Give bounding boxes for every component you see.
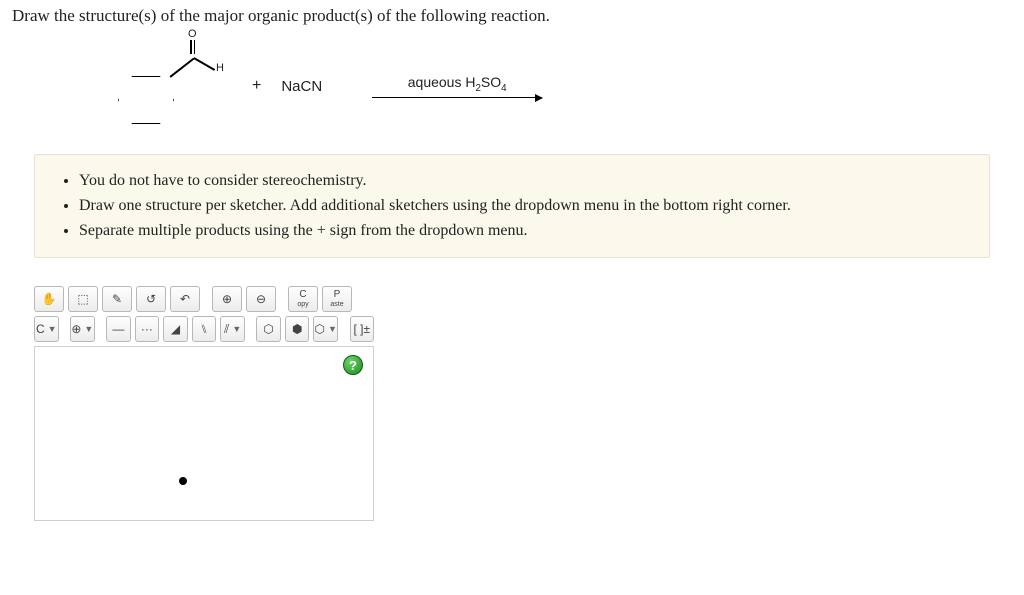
undo-tool-button[interactable]: ↶	[170, 286, 200, 312]
instruction-item: You do not have to consider stereochemis…	[79, 169, 971, 194]
reagent-structure: O H	[112, 36, 232, 136]
chevron-down-icon: ▼	[48, 324, 57, 334]
slashes-icon: ⫽	[224, 322, 229, 337]
plus-sign: +	[252, 77, 261, 95]
ring-hex-open-button[interactable]: ⬡ ▼	[313, 316, 338, 342]
paste-label-bot: aste	[330, 301, 343, 308]
chevron-down-icon: ▼	[328, 324, 337, 334]
oxygen-label: O	[188, 28, 197, 40]
bond-line	[170, 58, 195, 78]
paste-button[interactable]: P aste	[322, 286, 352, 312]
paste-label-top: P	[334, 290, 341, 300]
sketcher-widget: ✋ ⬚ ✎ ↺ ↶ ⊕ ⊖ C opy P aste C ▼ ⊕ ▼ — ···…	[34, 286, 374, 521]
canvas-atom-marker[interactable]	[179, 477, 187, 485]
arrow-condition-label: aqueous H2SO4	[408, 74, 507, 94]
reaction-arrow: aqueous H2SO4	[372, 74, 542, 99]
copy-label-bot: opy	[297, 301, 308, 308]
question-text: Draw the structure(s) of the major organ…	[12, 6, 1012, 26]
ring-hex-button[interactable]: ⬢	[285, 316, 310, 342]
zoom-in-button[interactable]: ⊕	[212, 286, 242, 312]
multi-bond-button[interactable]: ⫽ ▼	[220, 316, 245, 342]
hex-icon: ⬡	[315, 322, 325, 336]
bracket-button[interactable]: [ ]±	[350, 316, 375, 342]
wedge-bond-button[interactable]: ◢	[163, 316, 188, 342]
add-icon: ⊕	[71, 322, 81, 336]
toolbar-row-1: ✋ ⬚ ✎ ↺ ↶ ⊕ ⊖ C opy P aste	[34, 286, 374, 312]
instruction-panel: You do not have to consider stereochemis…	[34, 154, 990, 258]
arrow-line-icon	[372, 97, 542, 98]
instruction-item: Separate multiple products using the + s…	[79, 219, 971, 244]
dotted-bond-button[interactable]: ···	[135, 316, 160, 342]
select-tool-button[interactable]: ⬚	[68, 286, 98, 312]
element-picker-button[interactable]: C ▼	[34, 316, 59, 342]
hand-tool-button[interactable]: ✋	[34, 286, 64, 312]
bond-line	[194, 57, 216, 70]
reaction-row: O H + NaCN aqueous H2SO4	[112, 36, 1012, 136]
copy-label-top: C	[299, 290, 306, 300]
zoom-out-button[interactable]: ⊖	[246, 286, 276, 312]
draw-tool-button[interactable]: ✎	[102, 286, 132, 312]
double-bond-icon	[190, 40, 195, 54]
dash-bond-button[interactable]: ⑊	[192, 316, 217, 342]
ring-button[interactable]: ⬡	[256, 316, 281, 342]
single-bond-button[interactable]: —	[106, 316, 131, 342]
chevron-down-icon: ▼	[232, 324, 241, 334]
toolbar-row-2: C ▼ ⊕ ▼ — ··· ◢ ⑊ ⫽ ▼ ⬡ ⬢ ⬡ ▼ [ ]±	[34, 316, 374, 342]
hydrogen-label: H	[216, 62, 224, 74]
lasso-tool-button[interactable]: ↺	[136, 286, 166, 312]
element-label: C	[36, 322, 45, 336]
chevron-down-icon: ▼	[84, 324, 93, 334]
add-tool-button[interactable]: ⊕ ▼	[70, 316, 95, 342]
help-badge-button[interactable]: ?	[343, 355, 363, 375]
reagent-nacn: NaCN	[281, 78, 322, 95]
instruction-item: Draw one structure per sketcher. Add add…	[79, 194, 971, 219]
sketcher-canvas[interactable]: ?	[34, 346, 374, 521]
copy-button[interactable]: C opy	[288, 286, 318, 312]
cyclohexane-ring-icon	[118, 76, 174, 124]
